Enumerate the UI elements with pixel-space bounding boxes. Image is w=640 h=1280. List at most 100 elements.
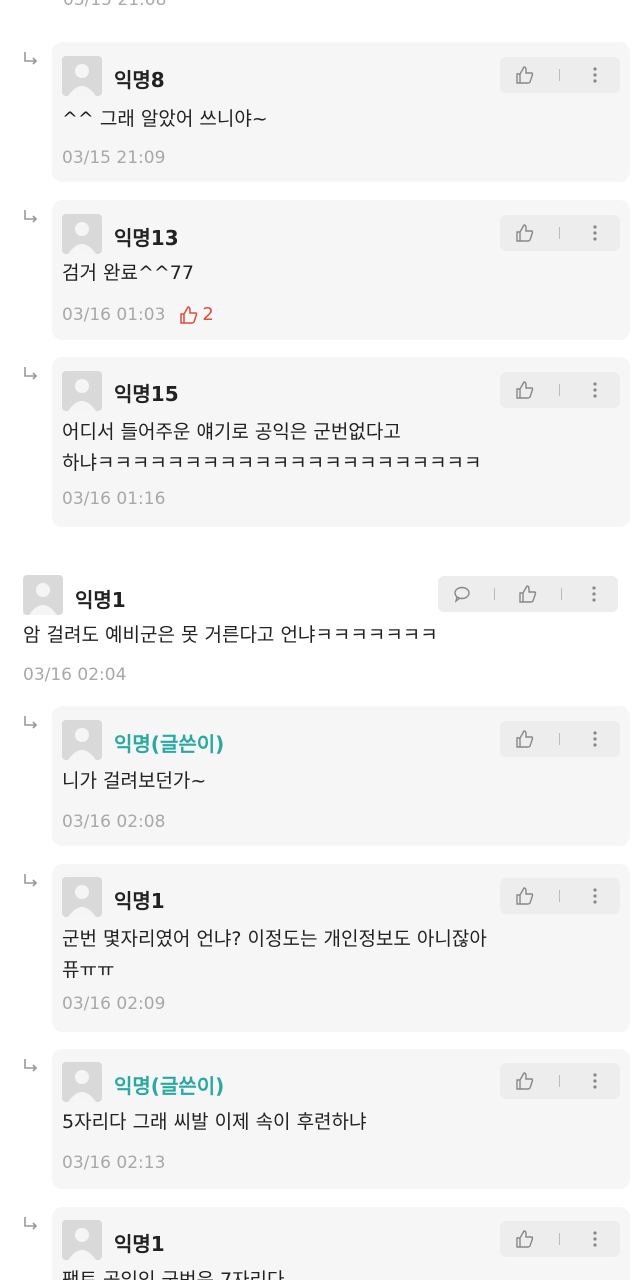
divider — [559, 1233, 561, 1245]
more-vertical-icon — [593, 382, 597, 398]
more-vertical-icon — [593, 1231, 597, 1247]
comment-text: 군번 몇자리였어 언냐? 이정도는 개인정보도 아니잖아 퓨ㅠㅠ — [62, 928, 487, 981]
more-options-button[interactable] — [580, 372, 610, 408]
comment-time: 03/16 02:13 — [62, 1153, 166, 1173]
reply-card: 익명15 어디서 들어주운 얘기로 공익은 군번없다고 하냐ㅋㅋㅋㅋㅋㅋㅋㅋㅋㅋ… — [52, 357, 630, 527]
like-button[interactable] — [510, 1221, 540, 1257]
avatar[interactable] — [62, 877, 102, 917]
like-button[interactable] — [510, 878, 540, 914]
reply-arrow-icon — [22, 1215, 40, 1233]
avatar[interactable] — [23, 575, 63, 615]
reply-arrow-icon — [22, 50, 40, 68]
comment-meta: 03/16 01:03 2 — [62, 304, 214, 325]
comment-time: 03/16 01:16 — [62, 489, 166, 509]
top-level-comment: 익명1 암 걸려도 예비군은 못 거른다고 언냐ㅋㅋㅋㅋㅋㅋㅋ 03/16 02… — [0, 565, 640, 695]
divider — [559, 890, 561, 902]
more-options-button[interactable] — [580, 57, 610, 93]
reply-comment: 익명15 어디서 들어주운 얘기로 공익은 군번없다고 하냐ㅋㅋㅋㅋㅋㅋㅋㅋㅋㅋ… — [0, 357, 640, 527]
avatar[interactable] — [62, 1220, 102, 1260]
divider — [559, 1075, 561, 1087]
reply-card: 익명1 군번 몇자리였어 언냐? 이정도는 개인정보도 아니잖아 퓨ㅠㅠ 03/… — [52, 864, 630, 1032]
avatar[interactable] — [62, 1062, 102, 1102]
comment-author-op: 익명(글쓴이) — [114, 732, 225, 756]
comment-actions — [500, 57, 620, 93]
like-button[interactable] — [510, 57, 540, 93]
reply-card: 익명1 팩트 공익인 군번은 7자리다 — [52, 1207, 630, 1280]
more-options-button[interactable] — [580, 721, 610, 757]
more-options-button[interactable] — [580, 215, 610, 251]
divider — [559, 227, 561, 239]
reply-card: 익명13 검거 완료^^77 03/16 01:03 2 — [52, 200, 630, 340]
comment-time: 03/16 02:08 — [62, 812, 166, 832]
reply-comment: 익명8 ^^ 그래 알았어 쓰니야~ 03/15 21:09 — [0, 42, 640, 182]
reply-card: 익명8 ^^ 그래 알았어 쓰니야~ 03/15 21:09 — [52, 42, 630, 182]
comment-actions — [500, 878, 620, 914]
comment-meta: 03/16 02:08 — [62, 812, 165, 832]
comment-text: 암 걸려도 예비군은 못 거른다고 언냐ㅋㅋㅋㅋㅋㅋㅋ — [23, 624, 438, 646]
comment-bubble-icon — [454, 586, 470, 603]
thumbs-up-icon — [519, 585, 537, 603]
previous-comment-time: 03/15 21:08 — [63, 0, 167, 10]
comment-author: 익명13 — [114, 226, 179, 250]
reply-comment: 익명13 검거 완료^^77 03/16 01:03 2 — [0, 200, 640, 340]
more-options-button[interactable] — [579, 576, 609, 612]
reply-button[interactable] — [447, 576, 477, 612]
more-vertical-icon — [593, 225, 597, 241]
comment-meta: 03/16 02:13 — [62, 1153, 165, 1173]
comment-time: 03/16 02:09 — [62, 994, 166, 1014]
avatar[interactable] — [62, 371, 102, 411]
comment-time: 03/15 21:09 — [62, 148, 166, 168]
comment-meta: 03/16 01:16 — [62, 489, 165, 509]
comment-actions — [500, 1221, 620, 1257]
comment-text: 검거 완료^^77 — [62, 262, 194, 284]
like-button[interactable] — [510, 721, 540, 757]
thumbs-up-icon — [516, 887, 534, 905]
more-vertical-icon — [593, 731, 597, 747]
thumbs-up-icon — [516, 730, 534, 748]
comment-author: 익명1 — [75, 588, 126, 612]
comment-actions — [500, 1063, 620, 1099]
thumbs-up-icon — [516, 66, 534, 84]
comment-text: 어디서 들어주운 얘기로 공익은 군번없다고 하냐ㅋㅋㅋㅋㅋㅋㅋㅋㅋㅋㅋㅋㅋㅋㅋ… — [62, 421, 482, 474]
comment-meta: 03/16 02:09 — [62, 994, 165, 1014]
comment-time: 03/16 02:04 — [23, 665, 127, 685]
avatar[interactable] — [62, 56, 102, 96]
comment-actions — [500, 215, 620, 251]
avatar[interactable] — [62, 720, 102, 760]
like-button[interactable] — [510, 372, 540, 408]
avatar[interactable] — [62, 214, 102, 254]
more-vertical-icon — [593, 67, 597, 83]
more-options-button[interactable] — [580, 1063, 610, 1099]
divider — [559, 69, 561, 81]
like-button[interactable] — [513, 576, 543, 612]
thumbs-up-icon — [180, 305, 198, 324]
comment-text: 팩트 공익인 군번은 7자리다 — [62, 1269, 285, 1280]
like-button[interactable] — [510, 215, 540, 251]
more-options-button[interactable] — [580, 1221, 610, 1257]
more-vertical-icon — [593, 888, 597, 904]
divider — [560, 588, 562, 600]
divider — [559, 733, 561, 745]
thumbs-up-icon — [516, 1072, 534, 1090]
reply-arrow-icon — [22, 1057, 40, 1075]
comment-author: 익명1 — [114, 1232, 165, 1256]
reply-arrow-icon — [22, 208, 40, 226]
like-count: 2 — [179, 304, 214, 325]
like-count-value: 2 — [202, 304, 214, 325]
comment-time: 03/16 01:03 — [62, 304, 166, 325]
divider — [559, 384, 561, 396]
comment-text: ^^ 그래 알았어 쓰니야~ — [62, 108, 268, 130]
reply-arrow-icon — [22, 872, 40, 890]
like-button[interactable] — [510, 1063, 540, 1099]
comment-meta: 03/15 21:09 — [62, 148, 165, 168]
comment-author: 익명8 — [114, 68, 165, 92]
more-vertical-icon — [593, 1073, 597, 1089]
more-options-button[interactable] — [580, 878, 610, 914]
comment-author-op: 익명(글쓴이) — [114, 1074, 225, 1098]
thumbs-up-icon — [516, 224, 534, 242]
more-vertical-icon — [592, 586, 596, 602]
reply-comment: 익명(글쓴이) 5자리다 그래 씨발 이제 속이 후련하냐 03/16 02:1… — [0, 1049, 640, 1189]
thumbs-up-icon — [516, 1230, 534, 1248]
comment-text: 5자리다 그래 씨발 이제 속이 후련하냐 — [62, 1111, 367, 1133]
reply-comment: 익명1 팩트 공익인 군번은 7자리다 — [0, 1207, 640, 1280]
